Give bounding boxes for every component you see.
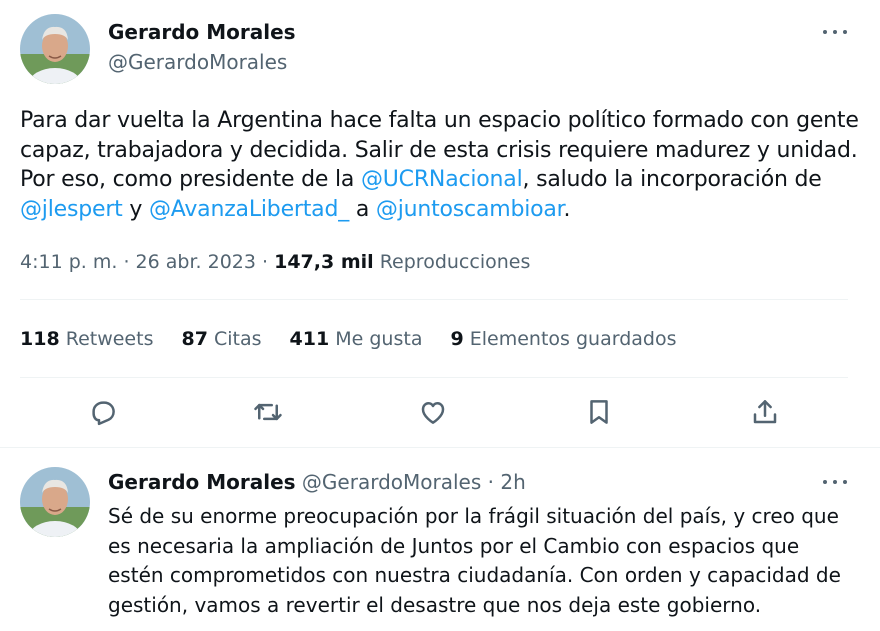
likes-stat[interactable]: 411 Me gusta <box>290 326 423 352</box>
bookmarks-stat[interactable]: 9 Elementos guardados <box>450 326 676 352</box>
retweet-icon <box>254 403 282 421</box>
reply-separator: · <box>487 470 494 494</box>
reply-author-handle[interactable]: @GerardoMorales <box>302 470 481 494</box>
more-icon-dot <box>833 30 837 34</box>
section-divider <box>0 447 880 448</box>
divider <box>20 299 848 300</box>
more-options-button[interactable] <box>820 25 850 39</box>
retweet-button[interactable] <box>248 392 288 432</box>
like-button[interactable] <box>413 392 453 432</box>
reply-icon <box>92 401 115 426</box>
more-icon-dot <box>833 480 837 484</box>
author-handle[interactable]: @GerardoMorales <box>108 50 287 74</box>
share-icon <box>753 400 777 424</box>
tweet-text-part: . <box>563 196 571 222</box>
reply-more-options-button[interactable] <box>820 475 850 489</box>
reply-time[interactable]: 2h <box>500 470 525 494</box>
more-icon-dot <box>843 480 847 484</box>
tweet-text-part: y <box>122 196 149 222</box>
action-bar <box>0 392 880 432</box>
share-button[interactable] <box>745 392 785 432</box>
more-icon-dot <box>843 30 847 34</box>
avatar[interactable] <box>20 14 90 84</box>
more-icon-dot <box>823 480 827 484</box>
tweet-text-part: a <box>349 196 376 222</box>
mention-link-ucrnacional[interactable]: @UCRNacional <box>361 167 523 192</box>
reply-avatar[interactable] <box>20 467 90 537</box>
tweet-time[interactable]: 4:11 p. m. <box>20 251 117 273</box>
quotes-label: Citas <box>213 328 262 350</box>
avatar-photo <box>20 14 90 84</box>
author-name[interactable]: Gerardo Morales <box>108 20 296 44</box>
retweets-stat[interactable]: 118 Retweets <box>20 326 153 352</box>
bookmarks-count: 9 <box>450 328 464 350</box>
tweet-date[interactable]: 26 abr. 2023 <box>136 251 256 273</box>
like-icon <box>421 402 445 424</box>
tweet-text-part: , saludo la incorporación de <box>522 167 822 192</box>
mention-link-avanzalibertad[interactable]: @AvanzaLibertad_ <box>149 197 349 222</box>
reply-button[interactable] <box>83 392 123 432</box>
bookmarks-label: Elementos guardados <box>469 328 677 350</box>
likes-label: Me gusta <box>335 328 423 350</box>
reply-header: Gerardo Morales @GerardoMorales · 2h <box>108 470 526 494</box>
mention-link-juntoscambioar[interactable]: @juntoscambioar <box>376 197 564 222</box>
tweet-stats: 118 Retweets 87 Citas 411 Me gusta 9 Ele… <box>20 326 705 352</box>
avatar-photo <box>20 467 90 537</box>
divider <box>20 377 848 378</box>
bookmark-button[interactable] <box>579 392 619 432</box>
meta-separator: · <box>262 251 269 273</box>
views-count: 147,3 mil <box>274 251 374 273</box>
mention-link-jlespert[interactable]: @jlespert <box>20 197 123 222</box>
tweet-meta: 4:11 p. m. · 26 abr. 2023 · 147,3 mil Re… <box>20 249 530 275</box>
tweet-text: Para dar vuelta la Argentina hace falta … <box>20 106 860 224</box>
quotes-stat[interactable]: 87 Citas <box>181 326 261 352</box>
retweets-label: Retweets <box>65 328 154 350</box>
views-label: Reproducciones <box>379 251 531 273</box>
reply-text: Sé de su enorme preocupación por la frág… <box>108 504 841 617</box>
reply-author-name[interactable]: Gerardo Morales <box>108 470 296 494</box>
quotes-count: 87 <box>181 328 208 350</box>
likes-count: 411 <box>289 328 330 350</box>
bookmark-icon <box>590 400 608 424</box>
more-icon-dot <box>823 30 827 34</box>
retweets-count: 118 <box>20 328 60 350</box>
meta-separator: · <box>123 251 130 273</box>
